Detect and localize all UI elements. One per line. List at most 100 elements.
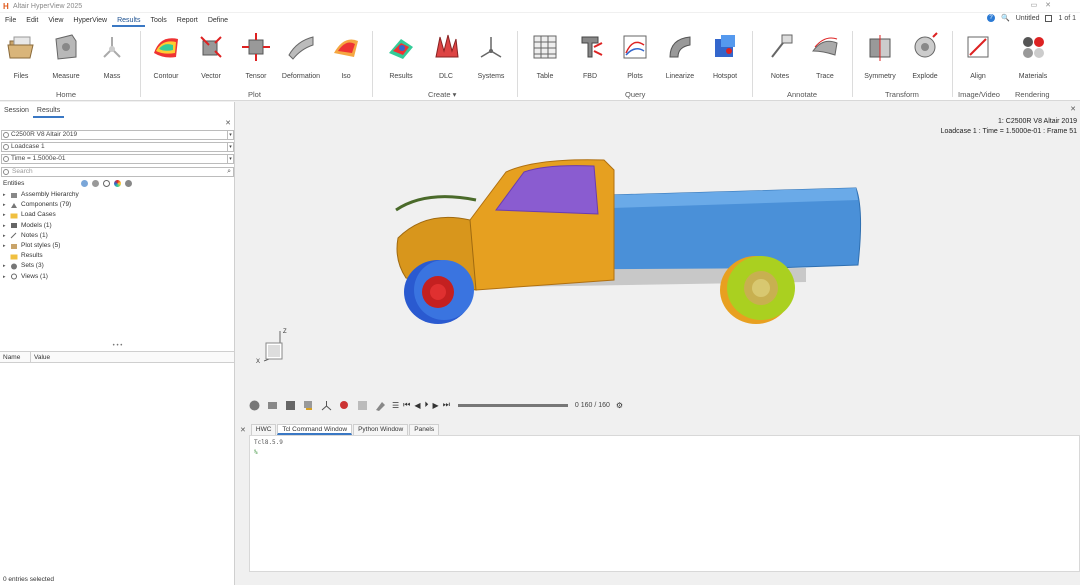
contour-tool[interactable]: Contour	[146, 31, 186, 80]
expand-icon[interactable]: ▸	[3, 210, 10, 220]
chevron-down-icon[interactable]: ▾	[227, 131, 233, 139]
filter-entities-icon[interactable]	[81, 180, 88, 187]
chevron-down-icon[interactable]: ▾	[227, 155, 233, 163]
tree-item[interactable]: ▸ Assembly Hierarchy	[3, 190, 228, 200]
window-controls[interactable]: ▭ ✕	[1031, 1, 1054, 9]
tab-panels[interactable]: Panels	[409, 424, 440, 435]
results-tool[interactable]: Results	[381, 31, 421, 80]
close-icon[interactable]: ✕	[225, 119, 231, 127]
axis-icon[interactable]	[320, 399, 333, 412]
console-prompt[interactable]: %	[254, 449, 1075, 456]
next-frame-icon[interactable]: ▶	[433, 401, 439, 410]
trace-tool[interactable]: Trace	[805, 31, 845, 80]
tree-item[interactable]: ▸ Plot styles (5)	[3, 241, 228, 251]
loadcase-select[interactable]: Loadcase 1 ▾	[1, 142, 234, 152]
tree-item[interactable]: ▸ Load Cases	[3, 210, 228, 220]
notes-tool[interactable]: Notes	[760, 31, 800, 80]
align-tool[interactable]: Align	[958, 31, 998, 80]
tab-tcl-command-window[interactable]: Tcl Command Window	[277, 424, 353, 435]
expand-icon[interactable]: ▸	[3, 200, 10, 210]
expand-icon[interactable]: ▸	[3, 221, 10, 231]
expand-icon[interactable]: ▸	[3, 231, 10, 241]
previous-frame-icon[interactable]: ◀	[414, 401, 420, 410]
render-icon[interactable]	[374, 399, 387, 412]
search-icon[interactable]: ⌕	[227, 168, 231, 176]
close-icon[interactable]: ✕	[1070, 105, 1076, 113]
menu-edit[interactable]: Edit	[21, 14, 43, 27]
menu-report[interactable]: Report	[172, 14, 203, 27]
expand-icon[interactable]: ▸	[3, 190, 10, 200]
camera-icon[interactable]	[266, 399, 279, 412]
hotspot-tool[interactable]: Hotspot	[705, 31, 745, 80]
frame-slider[interactable]	[457, 403, 568, 407]
truck-model[interactable]	[386, 150, 866, 340]
vector-tool[interactable]: Vector	[191, 31, 231, 80]
tree-item[interactable]: ▸ Sets (3)	[3, 261, 228, 271]
symmetry-tool[interactable]: Symmetry	[860, 31, 900, 80]
speed-icon[interactable]: ⚙	[616, 401, 623, 410]
display-icon[interactable]	[92, 180, 99, 187]
display-icon[interactable]	[302, 399, 315, 412]
linearize-tool[interactable]: Linearize	[660, 31, 700, 80]
iso-tool[interactable]: Iso	[326, 31, 366, 80]
panel-splitter[interactable]: • • •	[0, 343, 235, 349]
files-tool[interactable]: Files	[1, 31, 41, 80]
tree-item[interactable]: ▸ Views (1)	[3, 272, 228, 282]
explode-tool[interactable]: Explode	[905, 31, 945, 80]
tree-item[interactable]: Results	[3, 251, 228, 261]
axis-triad[interactable]: Z X	[256, 327, 296, 372]
tab-results[interactable]: Results	[32, 104, 65, 118]
menu-define[interactable]: Define	[203, 14, 233, 27]
isolate-icon[interactable]	[103, 180, 110, 187]
color-icon[interactable]	[114, 180, 121, 187]
expand-icon[interactable]: ▸	[3, 241, 10, 251]
expand-icon[interactable]: ▸	[3, 261, 10, 271]
tree-item[interactable]: ▸ Notes (1)	[3, 231, 228, 241]
expand-icon[interactable]: ▸	[3, 272, 10, 282]
mass-tool[interactable]: Mass	[92, 31, 132, 80]
play-icon[interactable]: ⏵	[425, 400, 429, 410]
last-frame-icon[interactable]: ⏭	[443, 400, 450, 410]
dlc-tool[interactable]: DLC	[426, 31, 466, 80]
page-checkbox[interactable]	[1045, 14, 1053, 22]
menu-tools[interactable]: Tools	[145, 14, 171, 27]
materials-tool[interactable]: Materials	[1013, 31, 1053, 80]
tcl-console[interactable]: Tcl8.5.9 %	[249, 435, 1080, 572]
filter-icon[interactable]	[3, 169, 9, 175]
tree-item[interactable]: ▸ Components (79)	[3, 200, 228, 210]
untitled-dropdown[interactable]: Untitled	[1016, 15, 1040, 22]
menu-icon[interactable]: ☰	[392, 401, 399, 410]
tab-python-window[interactable]: Python Window	[353, 424, 409, 435]
time-select[interactable]: Time = 1.5000e-01 ▾	[1, 154, 234, 164]
systems-tool[interactable]: Systems	[471, 31, 511, 80]
menu-results[interactable]: Results	[112, 14, 146, 27]
settings-icon[interactable]	[125, 180, 132, 187]
graphics-viewport[interactable]: ✕ 1: C2500R V8 Altair 2019 Loadcase 1 : …	[236, 102, 1080, 420]
view-icon[interactable]	[248, 399, 261, 412]
name-column[interactable]: Name	[0, 352, 20, 363]
cube-icon[interactable]	[284, 399, 297, 412]
tree-item[interactable]: ▸ Models (1)	[3, 221, 228, 231]
tensor-tool[interactable]: Tensor	[236, 31, 276, 80]
help-icon[interactable]: ?	[987, 14, 996, 22]
zoom-icon[interactable]	[338, 399, 351, 412]
value-column[interactable]: Value	[30, 352, 50, 363]
search-icon[interactable]: 🔍	[1001, 14, 1010, 22]
close-icon[interactable]: ✕	[240, 426, 246, 434]
tab-session[interactable]: Session	[0, 104, 33, 118]
menu-hyperview[interactable]: HyperView	[68, 14, 112, 27]
deformation-tool[interactable]: Deformation	[281, 31, 321, 80]
plots-tool[interactable]: Plots	[615, 31, 655, 80]
menu-view[interactable]: View	[43, 14, 68, 27]
table-tool[interactable]: Table	[525, 31, 565, 80]
tab-hwc[interactable]: HWC	[250, 424, 277, 435]
model-select[interactable]: C2500R V8 Altair 2019 ▾	[1, 130, 234, 140]
chevron-down-icon[interactable]: ▾	[227, 143, 233, 151]
group-create[interactable]: Create ▾	[428, 90, 456, 99]
first-frame-icon[interactable]: ⏮	[403, 400, 410, 410]
search-input[interactable]: Search ⌕	[1, 167, 234, 177]
fit-icon[interactable]	[356, 399, 369, 412]
fbd-tool[interactable]: FBD	[570, 31, 610, 80]
menu-file[interactable]: File	[0, 14, 21, 27]
measure-tool[interactable]: Measure	[46, 31, 86, 80]
